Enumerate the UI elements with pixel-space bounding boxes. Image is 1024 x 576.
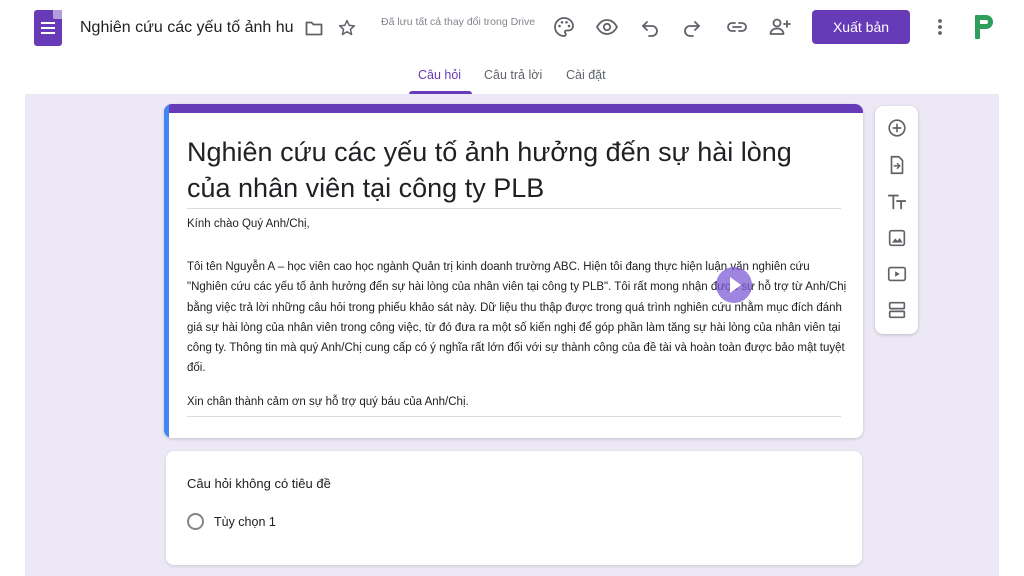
option-label[interactable]: Tùy chọn 1 — [214, 515, 276, 529]
radio-button[interactable] — [187, 513, 204, 530]
redo-icon[interactable] — [680, 15, 704, 39]
add-video-icon[interactable] — [886, 263, 908, 285]
tab-bar: Câu hỏi Câu trả lời Cài đặt — [0, 56, 1024, 94]
question-title[interactable]: Câu hỏi không có tiêu đề — [187, 476, 331, 491]
side-toolbar — [875, 106, 918, 334]
brand-logo — [975, 15, 993, 39]
selected-indicator — [164, 104, 169, 438]
form-greeting[interactable]: Kính chào Quý Anh/Chị, — [187, 218, 310, 230]
add-section-icon[interactable] — [886, 299, 908, 321]
play-watermark-icon — [716, 267, 752, 303]
form-closing[interactable]: Xin chân thành cảm ơn sự hỗ trợ quý báu … — [187, 396, 469, 408]
document-title[interactable]: Nghiên cứu các yếu tố ảnh hu — [80, 19, 294, 37]
question-card[interactable]: Câu hỏi không có tiêu đề Tùy chọn 1 — [166, 451, 862, 565]
undo-icon[interactable] — [638, 15, 662, 39]
forms-app-icon[interactable] — [34, 10, 62, 46]
divider — [187, 416, 841, 417]
publish-button[interactable]: Xuất bản — [812, 10, 910, 44]
import-questions-icon[interactable] — [886, 154, 908, 176]
folder-icon[interactable] — [305, 20, 323, 36]
divider — [187, 208, 841, 209]
tab-questions[interactable]: Câu hỏi — [418, 68, 461, 82]
link-icon[interactable] — [725, 15, 749, 39]
add-question-icon[interactable] — [886, 117, 908, 139]
palette-icon[interactable] — [552, 15, 576, 39]
top-bar: Nghiên cứu các yếu tố ảnh hu Đã lưu tất … — [0, 0, 1024, 56]
add-person-icon[interactable] — [768, 15, 792, 39]
theme-strip — [164, 104, 863, 113]
form-header-card[interactable]: Nghiên cứu các yếu tố ảnh hưởng đến sự h… — [164, 104, 863, 438]
save-status: Đã lưu tất cả thay đổi trong Drive — [381, 16, 536, 28]
eye-icon[interactable] — [595, 15, 619, 39]
add-title-icon[interactable] — [886, 191, 908, 213]
add-image-icon[interactable] — [886, 227, 908, 249]
star-icon[interactable] — [337, 18, 357, 38]
tab-responses[interactable]: Câu trả lời — [484, 68, 542, 82]
tab-settings[interactable]: Cài đặt — [566, 68, 606, 82]
more-vert-icon[interactable] — [930, 15, 950, 39]
form-title[interactable]: Nghiên cứu các yếu tố ảnh hưởng đến sự h… — [187, 134, 837, 206]
